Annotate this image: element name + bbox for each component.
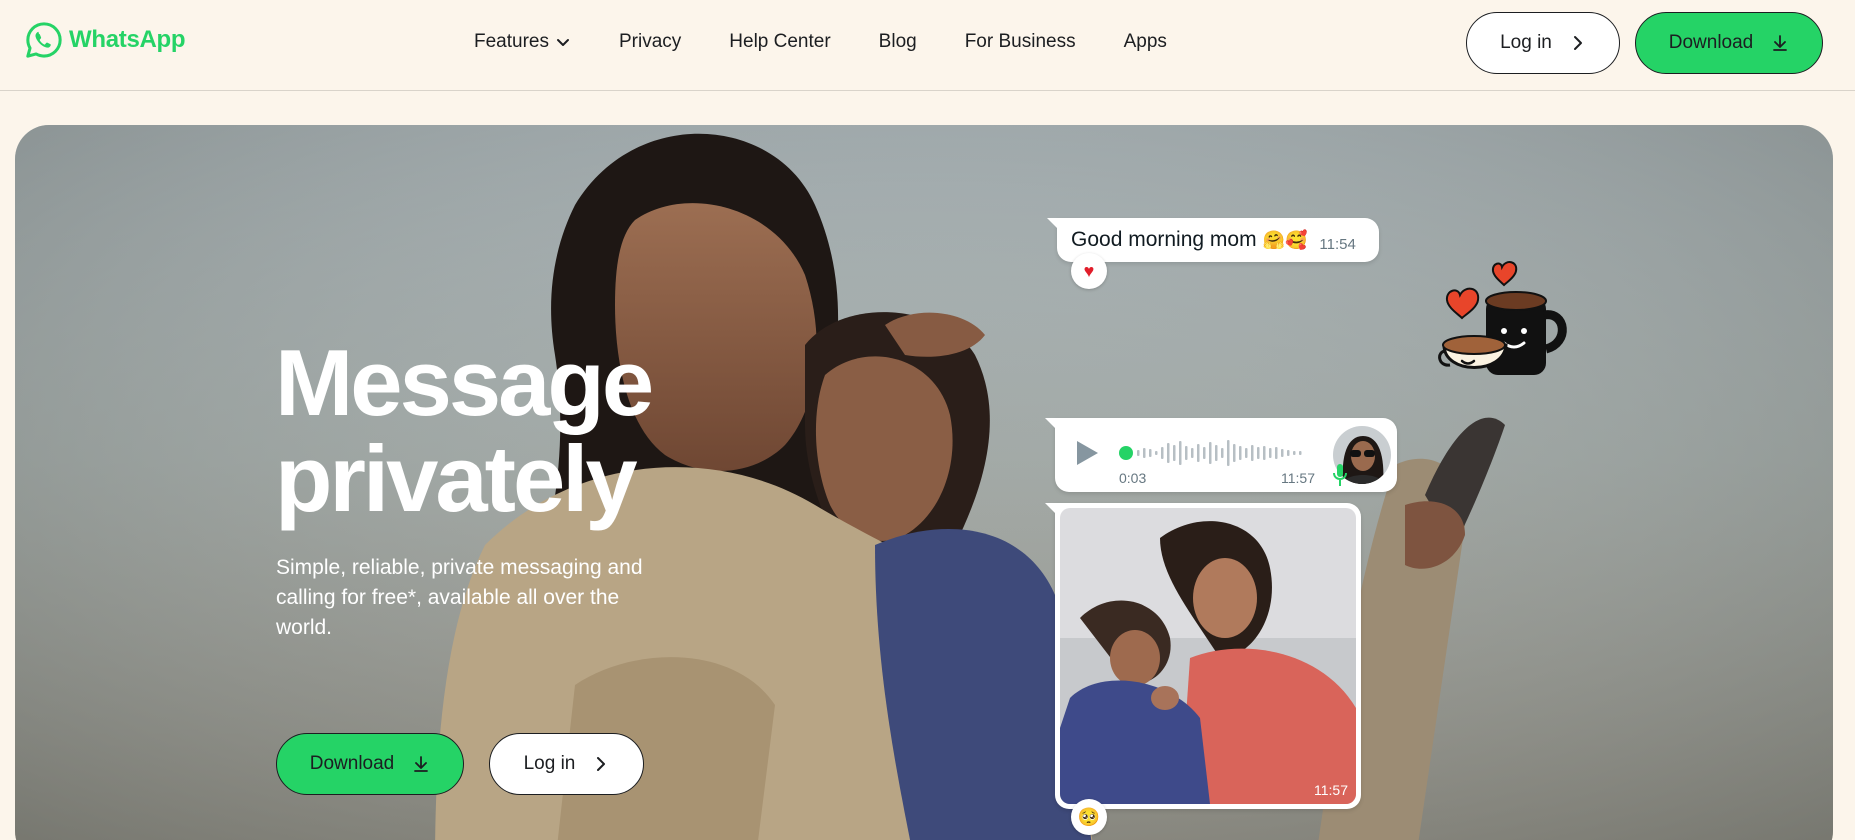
hero-login-button[interactable]: Log in: [489, 733, 644, 795]
chat-bubble-photo: 11:57: [1045, 503, 1361, 809]
hero-download-label: Download: [309, 753, 395, 774]
shared-photo[interactable]: 11:57: [1060, 508, 1356, 804]
download-icon: [1773, 35, 1788, 51]
voice-progress-dot[interactable]: [1119, 446, 1133, 460]
play-icon[interactable]: [1073, 438, 1101, 468]
pleading-face-reaction-icon: 🥺: [1071, 799, 1107, 835]
voice-waveform: [1137, 440, 1302, 466]
microphone-icon: [1333, 464, 1347, 486]
header-download-label: Download: [1668, 32, 1754, 53]
hero-download-button[interactable]: Download: [276, 733, 464, 795]
hero-login-label: Log in: [523, 753, 576, 774]
site-header: WhatsApp Features Privacy Help Center Bl…: [0, 0, 1855, 91]
voice-duration: 0:03: [1119, 470, 1147, 486]
hero-title: Message privately: [275, 330, 654, 531]
hero-title-line1: Message: [275, 330, 654, 435]
coffee-cups-hearts-sticker: [1438, 261, 1567, 375]
chat-message-text: Good morning mom: [1071, 228, 1257, 251]
main-nav: Features Privacy Help Center Blog For Bu…: [474, 0, 1167, 84]
download-icon: [414, 756, 429, 772]
nav-blog-label: Blog: [878, 31, 917, 52]
nav-features-label: Features: [474, 31, 549, 52]
whatsapp-logo[interactable]: WhatsApp: [25, 21, 186, 59]
chat-bubble-text: Good morning mom 🤗🥰 11:54: [1047, 218, 1379, 262]
chevron-down-icon: [556, 39, 569, 46]
voice-message-time: 11:57: [1281, 470, 1315, 486]
heart-reaction-icon: ♥: [1071, 253, 1107, 289]
nav-apps-label: Apps: [1123, 31, 1167, 52]
nav-blog[interactable]: Blog: [879, 31, 917, 53]
hero-title-line2: privately: [275, 426, 638, 531]
chevron-right-icon: [597, 757, 606, 771]
chat-message-emojis: 🤗🥰: [1262, 229, 1308, 250]
logo-wordmark: WhatsApp: [69, 26, 186, 53]
hero-subtitle: Simple, reliable, private messaging and …: [276, 556, 643, 639]
photo-message-time: 11:57: [1314, 782, 1348, 798]
hero-section: Message privately Simple, reliable, priv…: [15, 125, 1833, 840]
nav-help-center[interactable]: Help Center: [729, 31, 830, 53]
chevron-right-icon: [1573, 36, 1582, 50]
shared-photo-image: [1060, 508, 1356, 804]
nav-privacy-label: Privacy: [618, 31, 682, 52]
chat-message-time: 11:54: [1319, 235, 1356, 253]
nav-features[interactable]: Features: [474, 31, 571, 53]
nav-help-center-label: Help Center: [729, 31, 831, 52]
chat-bubble-voice: 0:03 11:57: [1045, 418, 1397, 492]
header-login-button[interactable]: Log in: [1466, 12, 1620, 74]
header-login-label: Log in: [1500, 32, 1552, 53]
nav-for-business-label: For Business: [964, 31, 1076, 52]
nav-privacy[interactable]: Privacy: [619, 31, 681, 53]
header-download-button[interactable]: Download: [1635, 12, 1823, 74]
nav-for-business[interactable]: For Business: [965, 31, 1076, 53]
nav-apps[interactable]: Apps: [1124, 31, 1167, 53]
whatsapp-logo-icon: [26, 22, 62, 58]
